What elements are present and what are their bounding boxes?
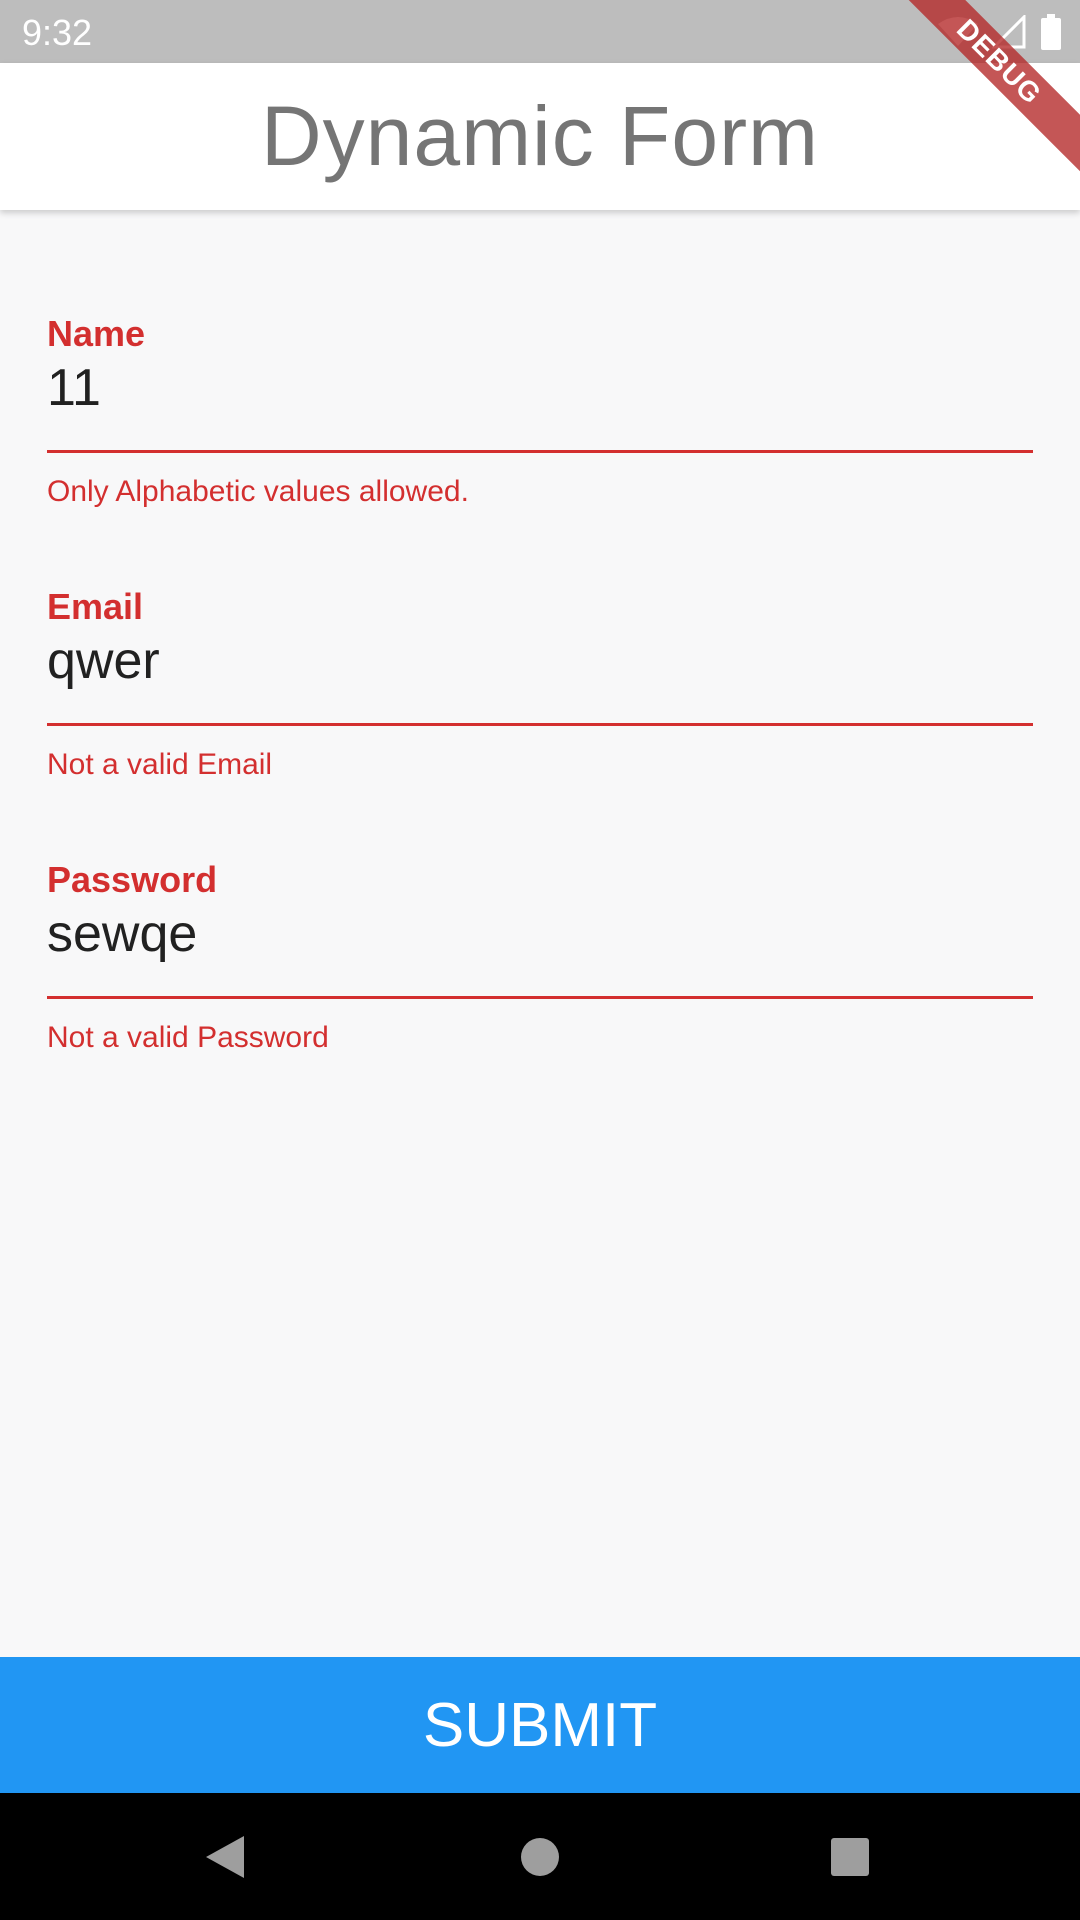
name-underline <box>47 450 1033 453</box>
email-input[interactable]: qwer <box>47 635 160 687</box>
page-title: Dynamic Form <box>260 89 820 183</box>
status-time: 9:32 <box>22 12 93 53</box>
password-error: Not a valid Password <box>47 1021 329 1054</box>
email-field[interactable]: Email qwer Not a valid Email <box>47 573 1033 846</box>
name-input[interactable]: 11 <box>47 362 101 414</box>
recents-icon[interactable] <box>815 1793 885 1920</box>
password-label: Password <box>47 859 218 900</box>
form: Name 11 Only Alphabetic values allowed. … <box>47 300 1033 1119</box>
name-field[interactable]: Name 11 Only Alphabetic values allowed. <box>47 300 1033 573</box>
name-label: Name <box>47 313 146 354</box>
back-icon[interactable] <box>190 1793 260 1920</box>
screen: 9:32 DEBUG Dynamic Form Name 11 Only Alp… <box>0 0 1080 1920</box>
email-underline <box>47 723 1033 726</box>
password-input[interactable]: sewqe <box>47 908 197 960</box>
password-underline <box>47 996 1033 999</box>
email-error: Not a valid Email <box>47 748 273 781</box>
password-field[interactable]: Password sewqe Not a valid Password <box>47 846 1033 1119</box>
app-bar: Dynamic Form <box>0 63 1080 210</box>
email-label: Email <box>47 586 144 627</box>
home-icon[interactable] <box>505 1793 575 1920</box>
name-error: Only Alphabetic values allowed. <box>47 475 469 508</box>
battery-icon <box>1040 14 1062 50</box>
nav-bar <box>0 1793 1080 1920</box>
submit-button[interactable]: SUBMIT <box>0 1657 1080 1793</box>
